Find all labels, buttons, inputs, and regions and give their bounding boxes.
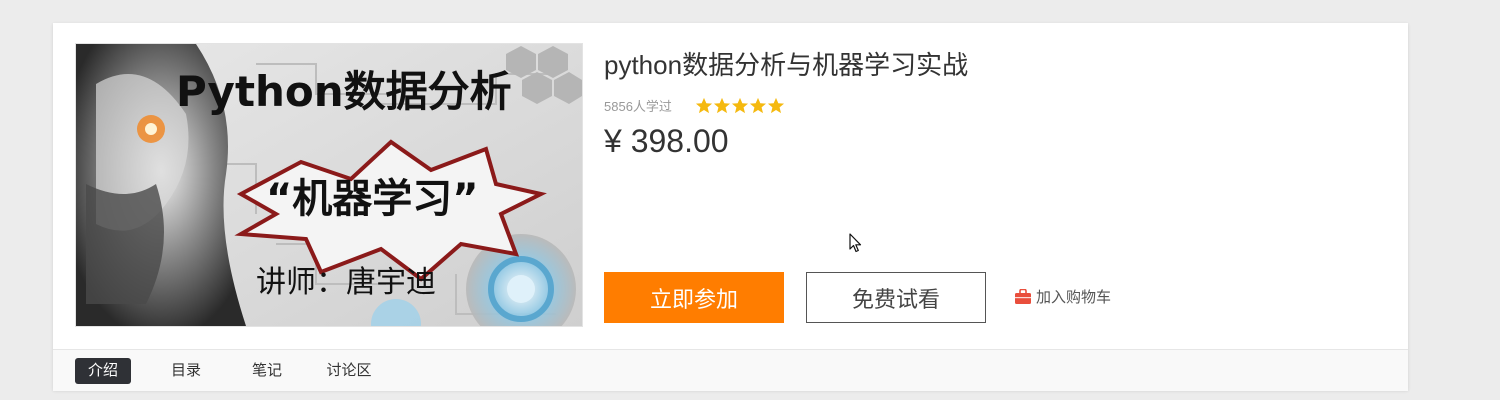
join-button[interactable]: 立即参加	[604, 272, 784, 323]
tab-notes[interactable]: 笔记	[239, 358, 295, 384]
course-price: ¥ 398.00	[604, 123, 729, 159]
star-icon	[713, 97, 730, 114]
course-meta: 5856人学过	[604, 96, 785, 115]
cover-title-text: Python数据分析	[176, 67, 512, 116]
tab-discussion[interactable]: 讨论区	[319, 358, 379, 384]
add-to-cart-link[interactable]: 加入购物车	[1015, 286, 1111, 307]
shopping-bag-icon	[1015, 289, 1031, 304]
free-trial-button[interactable]: 免费试看	[806, 272, 986, 323]
star-icon	[749, 97, 766, 114]
course-title: python数据分析与机器学习实战	[604, 50, 969, 80]
cover-instructor-text: 讲师：唐宇迪	[256, 265, 436, 300]
course-card: Python数据分析 “机器学习” 讲师：唐宇迪 python数据分析与机器学习…	[53, 23, 1408, 391]
rating-stars	[695, 97, 785, 114]
tab-catalog[interactable]: 目录	[158, 358, 214, 384]
learner-count: 5856人学过	[604, 99, 672, 114]
course-tab-bar: 介绍 目录 笔记 讨论区	[53, 349, 1408, 391]
tab-intro-label: 介绍	[87, 362, 118, 379]
tab-notes-label: 笔记	[251, 362, 282, 379]
add-to-cart-label: 加入购物车	[1036, 289, 1112, 306]
tab-intro[interactable]: 介绍	[75, 358, 131, 384]
star-icon	[731, 97, 748, 114]
star-icon	[767, 97, 784, 114]
cover-subtitle-text: “机器学习”	[266, 176, 479, 222]
tab-discussion-label: 讨论区	[326, 362, 372, 379]
tab-catalog-label: 目录	[170, 362, 201, 379]
mouse-pointer-icon	[849, 233, 862, 253]
star-icon	[695, 97, 712, 114]
course-cover-image[interactable]: Python数据分析 “机器学习” 讲师：唐宇迪	[75, 43, 583, 327]
